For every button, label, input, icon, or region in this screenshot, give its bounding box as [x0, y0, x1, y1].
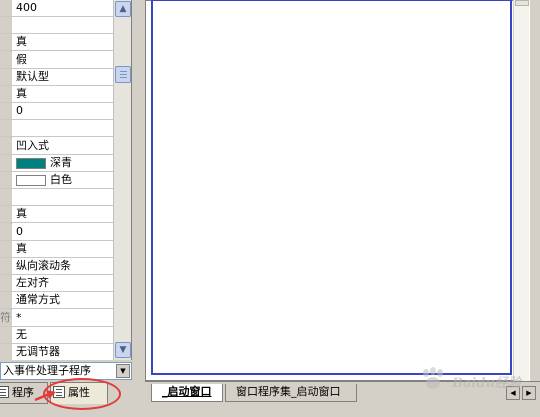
scroll-down-icon[interactable]: ▼ [115, 342, 131, 358]
property-name [0, 120, 12, 137]
scroll-thumb[interactable] [115, 66, 131, 83]
property-name [0, 86, 12, 102]
chevron-right-icon[interactable]: ▶ [522, 386, 536, 400]
property-name [0, 240, 12, 257]
property-value: 深青 [50, 155, 72, 169]
property-value: 0 [16, 104, 23, 118]
property-value: 假 [16, 52, 27, 66]
right-border-strip [529, 0, 540, 381]
property-value: 真 [16, 207, 27, 221]
property-row[interactable] [0, 120, 113, 138]
tab-attributes-label: 属性 [68, 386, 90, 399]
property-row[interactable]: 深青 [0, 154, 113, 172]
tab-attributes[interactable]: 属性 [50, 382, 108, 404]
property-scrollbar[interactable]: ▲ ▼ [113, 0, 131, 360]
property-name [0, 275, 12, 292]
design-canvas[interactable] [151, 0, 512, 375]
property-row[interactable]: 符 * [0, 309, 113, 327]
property-row[interactable]: 白色 [0, 172, 113, 189]
tab-program-label: 程序 [12, 386, 34, 399]
property-value: 无 [16, 327, 27, 341]
property-row[interactable] [0, 17, 113, 35]
property-row[interactable]: 无调节器 [0, 344, 113, 360]
panel-splitter[interactable] [133, 0, 145, 381]
property-name [0, 17, 12, 34]
color-swatch [16, 175, 46, 186]
property-value: 400 [16, 1, 37, 14]
property-row[interactable]: 凹入式 [0, 137, 113, 155]
property-name [0, 154, 12, 171]
ide-window: 400 真假默认型真 0 凹入式 深青 白色真 0 真纵向滚动条 左对齐 通常方式符 * 无无调节器 … [0, 0, 540, 417]
property-value: 无调节器 [16, 345, 60, 358]
property-name [0, 344, 12, 360]
property-row[interactable]: 真 [0, 86, 113, 103]
property-value: 白色 [50, 173, 72, 186]
attributes-icon [53, 386, 65, 398]
property-name [0, 223, 12, 240]
event-handler-dropdown[interactable]: 入事件处理子程序 ▼ [0, 362, 132, 380]
chevron-left-icon[interactable]: ◀ [506, 386, 520, 400]
property-row[interactable]: 默认型 [0, 68, 113, 86]
property-row[interactable] [0, 189, 113, 207]
form-designer [145, 0, 529, 381]
property-row[interactable]: 0 [0, 223, 113, 241]
property-value: 通常方式 [16, 293, 60, 307]
property-value: * [16, 310, 22, 324]
tab-program[interactable]: 程序 [0, 382, 48, 404]
property-name [0, 34, 12, 51]
property-name [0, 51, 12, 68]
property-row[interactable]: 真 [0, 240, 113, 258]
property-value: 纵向滚动条 [16, 259, 71, 272]
program-icon [0, 386, 9, 398]
property-value: 真 [16, 35, 27, 49]
property-name [0, 292, 12, 309]
property-name [0, 326, 12, 343]
property-row[interactable]: 左对齐 [0, 275, 113, 293]
property-name [0, 258, 12, 274]
property-name [0, 189, 12, 206]
property-name [0, 103, 12, 120]
property-value: 0 [16, 224, 23, 238]
editor-tabbar: _启动窗口 窗口程序集_启动窗口 ◀ ▶ [145, 381, 540, 405]
property-name [0, 172, 12, 188]
property-value: 左对齐 [16, 276, 49, 290]
property-value: 真 [16, 87, 27, 100]
property-row[interactable]: 真 [0, 206, 113, 224]
tab-navigation: ◀ ▶ [506, 386, 538, 400]
property-row[interactable]: 通常方式 [0, 292, 113, 310]
property-name [0, 206, 12, 223]
property-name: 符 [0, 309, 12, 326]
property-name [0, 137, 12, 154]
tab-startup-window[interactable]: _启动窗口 [151, 384, 223, 402]
property-value: 默认型 [16, 69, 49, 83]
scroll-up-icon[interactable]: ▲ [115, 1, 131, 17]
property-row[interactable]: 真 [0, 34, 113, 52]
property-row[interactable]: 纵向滚动条 [0, 258, 113, 275]
tab-window-assembly[interactable]: 窗口程序集_启动窗口 [225, 384, 357, 402]
property-row[interactable]: 无 [0, 326, 113, 344]
event-handler-text: 入事件处理子程序 [3, 364, 91, 377]
property-name [0, 0, 12, 16]
property-row[interactable]: 假 [0, 51, 113, 69]
designer-scrollbar[interactable] [513, 0, 529, 381]
designer-scroll-thumb[interactable] [515, 0, 529, 6]
property-row[interactable]: 0 [0, 103, 113, 121]
color-swatch [16, 157, 46, 169]
chevron-down-icon[interactable]: ▼ [116, 364, 130, 378]
property-value: 凹入式 [16, 138, 49, 152]
property-row[interactable]: 400 [0, 0, 113, 17]
property-value: 真 [16, 241, 27, 255]
property-grid: 400 真假默认型真 0 凹入式 深青 白色真 0 真纵向滚动条 左对齐 通常方式符 * 无无调节器 … [0, 0, 132, 360]
property-name [0, 68, 12, 85]
